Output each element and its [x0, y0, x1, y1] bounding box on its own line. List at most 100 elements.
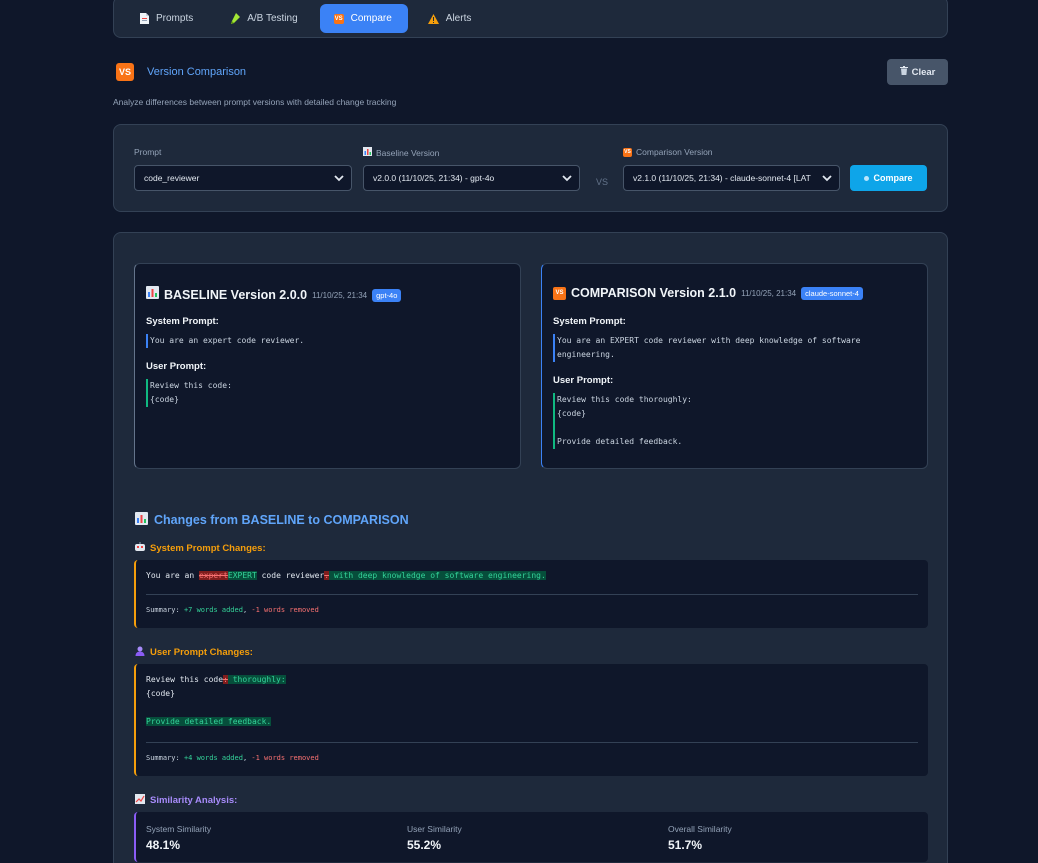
diff-added: EXPERT [227, 571, 257, 580]
tab-label: Alerts [445, 13, 472, 24]
baseline-date: 11/10/25, 21:34 [312, 290, 368, 300]
diff-added: thoroughly: [227, 675, 286, 684]
baseline-version-select[interactable]: v2.0.0 (11/10/25, 21:34) - gpt-4o [363, 165, 580, 191]
tab-prompts[interactable]: Prompts [124, 4, 209, 33]
prompt-select[interactable]: code_reviewer [134, 165, 352, 191]
comparison-select-value: v2.1.0 (11/10/25, 21:34) - claude-sonnet… [633, 173, 811, 183]
test-tube-icon [229, 13, 241, 24]
baseline-label-text: Baseline Version [376, 147, 440, 158]
user-similarity-value: 55.2% [407, 838, 442, 852]
prompt-label: Prompt [134, 147, 161, 157]
page-icon [138, 13, 149, 24]
user-diff-line: {code} [146, 687, 175, 701]
chevron-down-icon [562, 175, 572, 182]
system-changes-label-text: System Prompt Changes: [150, 543, 266, 554]
user-diff-box: Review this code: thoroughly: {code} Pro… [134, 664, 928, 776]
system-prompt-label: System Prompt: [146, 316, 219, 327]
tab-label: Prompts [156, 13, 194, 24]
trend-chart-icon [135, 794, 145, 807]
system-diff-summary: Summary: +7 words added, -1 words remove… [146, 606, 319, 614]
vs-icon: VS [116, 63, 134, 81]
tab-label: A/B Testing [247, 13, 298, 24]
system-changes-label: System Prompt Changes: [135, 542, 266, 555]
user-diff-line: Provide detailed feedback. [146, 715, 272, 729]
system-similarity: System Similarity 48.1% [146, 824, 211, 852]
user-diff-line: Review this code: thoroughly: [146, 673, 286, 687]
model-badge: claude-sonnet-4 [801, 286, 863, 300]
user-prompt-text: Review this code: {code} [146, 379, 232, 407]
diff-unchanged: code reviewer [256, 571, 325, 580]
chevron-down-icon [821, 172, 833, 184]
page-title: Version Comparison [147, 66, 247, 78]
summary-added: +4 words added [183, 754, 243, 762]
version-selector-panel: Prompt code_reviewer Baseline Version v2… [113, 124, 948, 212]
section-header: VS Version Comparison Clear [113, 59, 948, 85]
similarity-box: System Similarity 48.1% User Similarity … [134, 812, 928, 862]
overall-similarity-value: 51.7% [668, 838, 703, 852]
divider [146, 742, 918, 743]
compare-button[interactable]: Compare [850, 165, 927, 191]
comparison-results-panel: BASELINE Version 2.0.0 11/10/25, 21:34 g… [113, 232, 948, 863]
compare-icon [864, 175, 870, 181]
vs-icon: VS [553, 286, 566, 300]
tab-compare[interactable]: VS Compare [319, 4, 408, 33]
similarity-title-text: Similarity Analysis: [150, 795, 238, 806]
baseline-select-value: v2.0.0 (11/10/25, 21:34) - gpt-4o [373, 173, 495, 183]
robot-icon [135, 542, 145, 555]
overall-similarity-label: Overall Similarity [668, 824, 732, 834]
diff-added: Provide detailed feedback. [146, 717, 272, 726]
tab-ab-testing[interactable]: A/B Testing [215, 4, 313, 33]
user-prompt-label: User Prompt: [553, 375, 614, 386]
comparison-title: COMPARISON Version 2.1.0 [571, 286, 737, 300]
system-diff-line: You are an expertEXPERT code reviewer. w… [146, 569, 546, 583]
user-prompt-label: User Prompt: [146, 361, 207, 372]
diff-removed: expert [198, 571, 228, 580]
summary-removed: -1 words removed [251, 606, 319, 614]
user-diff-summary: Summary: +4 words added, -1 words remove… [146, 754, 319, 762]
comparison-label-text: Comparison Version [636, 147, 713, 157]
system-similarity-label: System Similarity [146, 824, 212, 834]
summary-added: +7 words added [183, 606, 243, 614]
user-similarity: User Similarity 55.2% [407, 824, 462, 852]
diff-added: with deep knowledge of software engineer… [329, 571, 546, 580]
summary-removed: -1 words removed [251, 754, 319, 762]
model-badge: gpt-4o [372, 288, 402, 302]
chevron-down-icon [334, 175, 344, 182]
system-prompt-text: You are an expert code reviewer. [146, 334, 304, 348]
trash-icon [899, 66, 908, 78]
clear-label: Clear [911, 66, 936, 78]
diff-unchanged: Review this code [146, 675, 224, 684]
chart-icon [363, 147, 372, 158]
vs-separator: VS [596, 177, 609, 187]
overall-similarity: Overall Similarity 51.7% [668, 824, 732, 852]
summary-prefix: Summary: [146, 606, 184, 614]
system-diff-box: You are an expertEXPERT code reviewer. w… [134, 560, 928, 628]
vs-icon: VS [623, 147, 632, 157]
tab-label: Compare [350, 13, 392, 24]
diff-unchanged: You are an [146, 571, 199, 580]
compare-label: Compare [873, 173, 913, 183]
prompt-label-text: Prompt [134, 147, 162, 157]
system-similarity-value: 48.1% [146, 838, 181, 852]
baseline-version-card: BASELINE Version 2.0.0 11/10/25, 21:34 g… [134, 263, 521, 469]
comparison-date: 11/10/25, 21:34 [741, 288, 797, 298]
comparison-card-header: VS COMPARISON Version 2.1.0 11/10/25, 21… [553, 286, 863, 300]
chart-icon [135, 512, 148, 528]
diff-unchanged: {code} [146, 689, 175, 698]
user-changes-label: User Prompt Changes: [135, 646, 253, 659]
user-prompt-text: Review this code thoroughly: {code} Prov… [553, 393, 692, 449]
main-nav: Prompts A/B Testing VS Compare Alerts [113, 0, 948, 38]
baseline-title: BASELINE Version 2.0.0 [164, 288, 308, 302]
summary-prefix: Summary: [146, 754, 184, 762]
chart-icon [146, 286, 159, 304]
warning-icon [427, 13, 439, 24]
page-description: Analyze differences between prompt versi… [113, 97, 397, 107]
user-similarity-label: User Similarity [407, 824, 462, 834]
divider [146, 594, 918, 595]
user-icon [135, 646, 145, 659]
comparison-version-card: VS COMPARISON Version 2.1.0 11/10/25, 21… [541, 263, 928, 469]
tab-alerts[interactable]: Alerts [414, 4, 488, 33]
comparison-version-select[interactable]: v2.1.0 (11/10/25, 21:34) - claude-sonnet… [623, 165, 840, 191]
system-prompt-text: You are an EXPERT code reviewer with dee… [553, 334, 860, 362]
clear-button[interactable]: Clear [887, 59, 948, 85]
